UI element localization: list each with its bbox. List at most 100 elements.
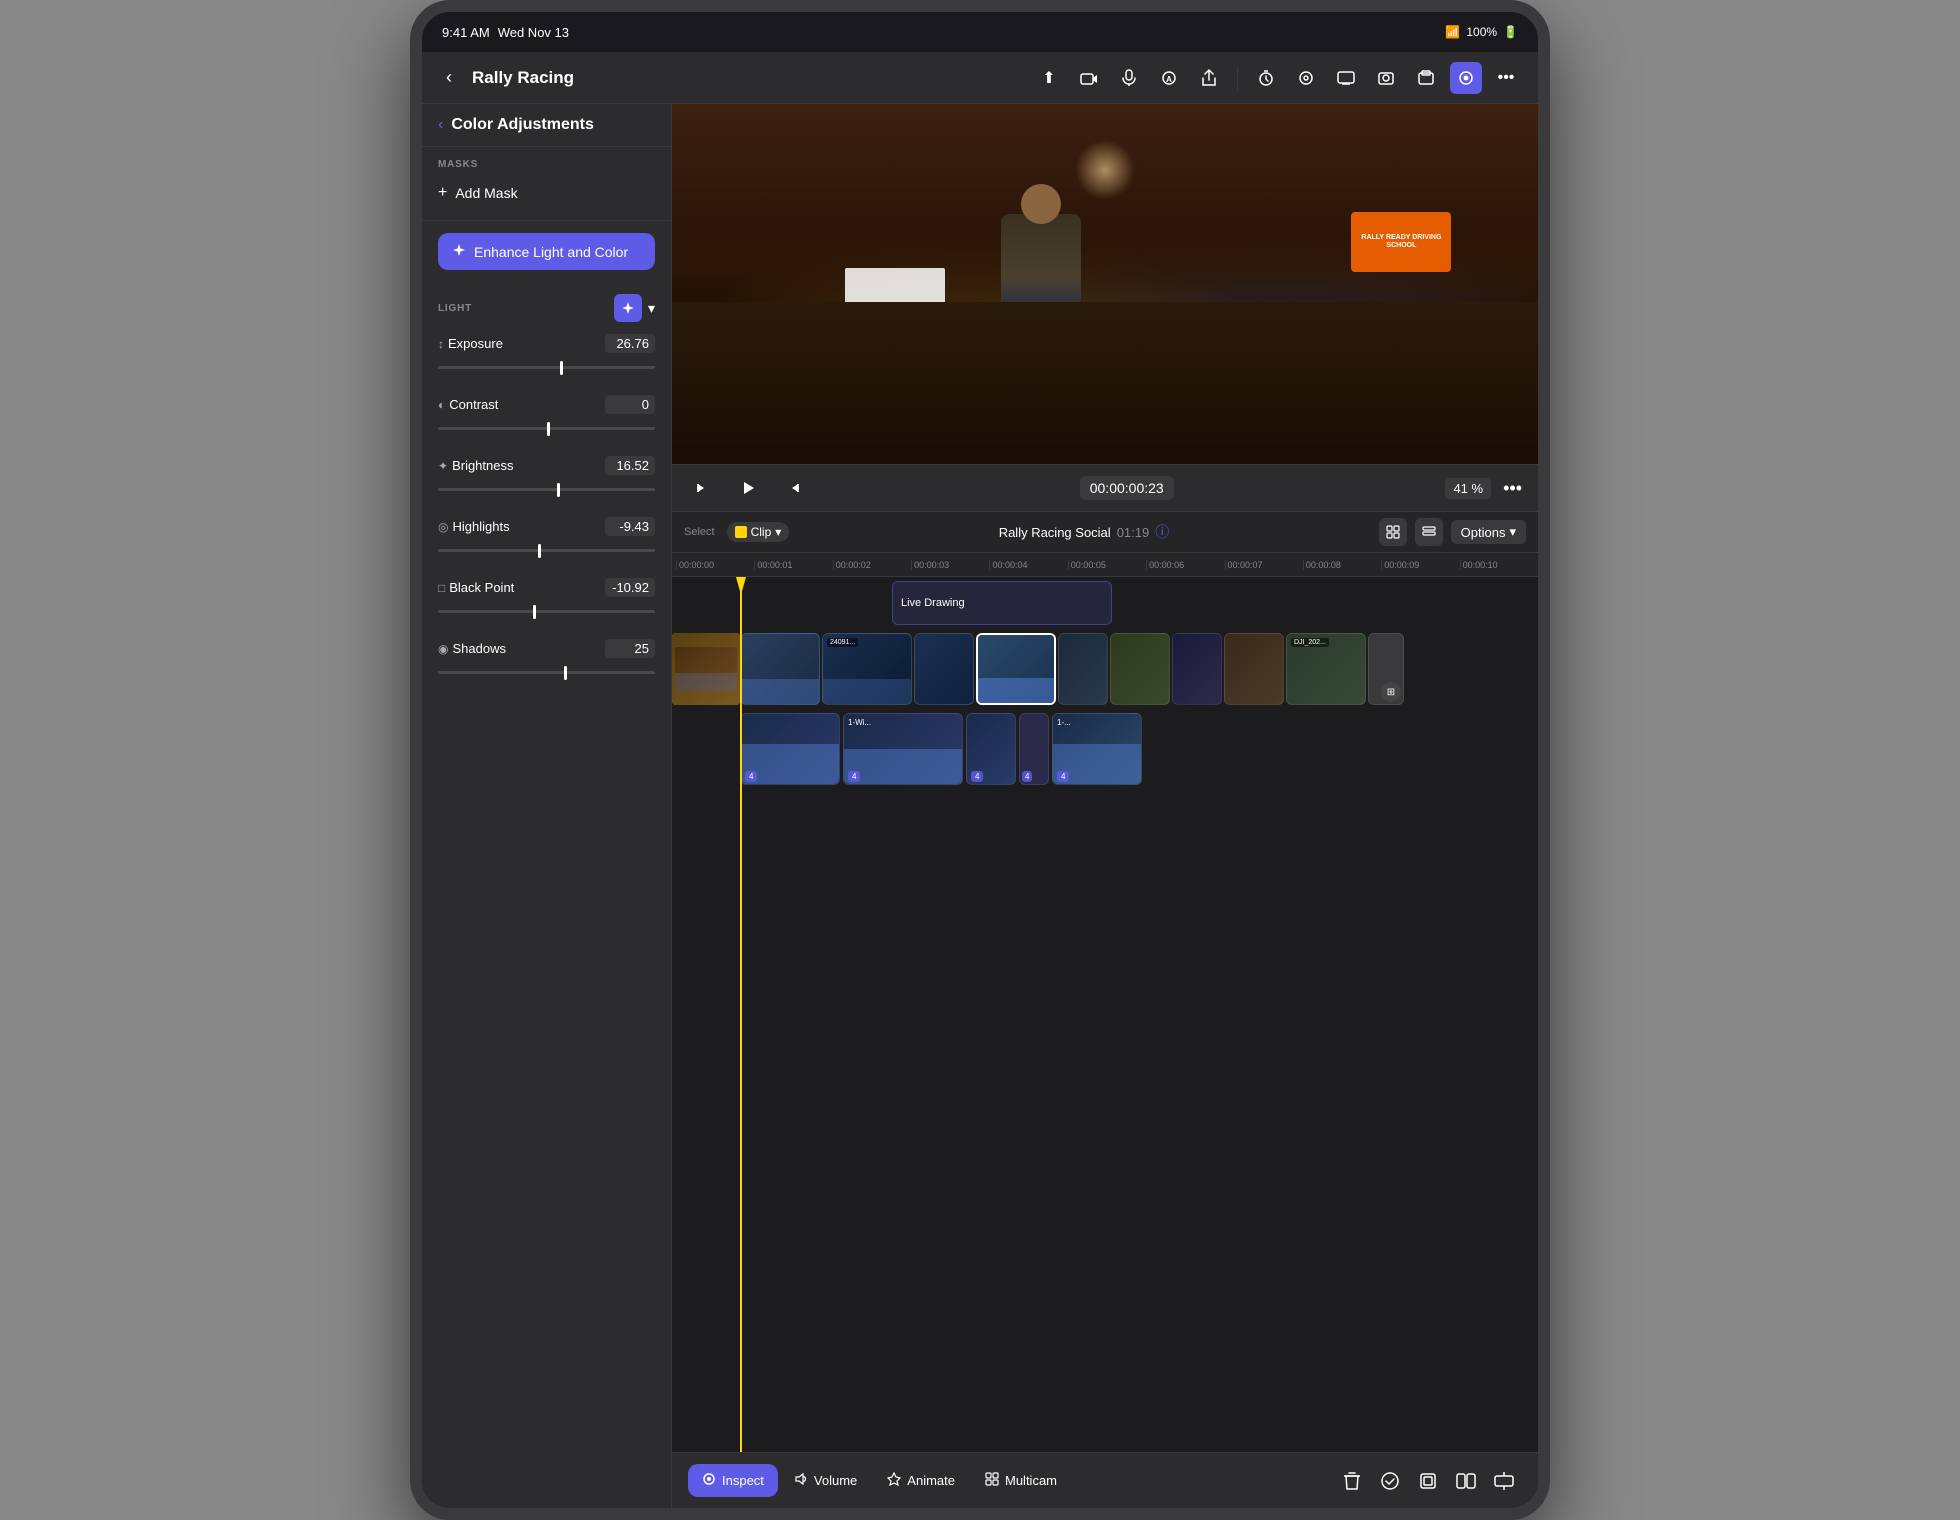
audio-clip-3[interactable]: 4 — [966, 713, 1016, 785]
masks-label: MASKS — [438, 159, 655, 170]
mic-icon[interactable] — [1113, 62, 1145, 94]
start-clip[interactable] — [672, 633, 740, 705]
split-button[interactable] — [1448, 1463, 1484, 1499]
video-preview: RALLY READY DRIVING SCHOOL — [672, 104, 1538, 464]
multicam-button[interactable]: Multicam — [971, 1464, 1071, 1497]
confirm-button[interactable] — [1372, 1463, 1408, 1499]
light-chevron-icon[interactable]: ▾ — [648, 300, 655, 317]
delete-button[interactable] — [1334, 1463, 1370, 1499]
display-icon[interactable] — [1330, 62, 1362, 94]
more-options-button[interactable]: ••• — [1503, 478, 1522, 499]
clip-chip[interactable]: Clip ▾ — [727, 522, 790, 542]
animate-icon — [887, 1472, 901, 1489]
clip-2[interactable]: 24091... — [822, 633, 912, 705]
share-icon[interactable] — [1193, 62, 1225, 94]
contrast-value: 0 — [605, 395, 655, 414]
panel-header: ‹ Color Adjustments — [422, 104, 671, 147]
enhance-button[interactable]: Enhance Light and Color — [438, 233, 655, 270]
ruler-mark-9: 00:00:09 — [1381, 560, 1459, 570]
grid-view-button[interactable] — [1379, 518, 1407, 546]
contrast-slider[interactable] — [438, 418, 655, 438]
volume-icon — [794, 1472, 808, 1489]
playhead-marker — [736, 577, 746, 595]
clip-end[interactable]: ⊞ — [1368, 633, 1404, 705]
nav-back-button[interactable]: ‹ — [438, 63, 460, 92]
main-track: 24091... — [740, 633, 1538, 705]
camera-icon[interactable] — [1073, 62, 1105, 94]
zoom-control: 41 % — [1445, 478, 1491, 499]
plus-icon: + — [438, 184, 447, 202]
clip-4-selected[interactable] — [976, 633, 1056, 705]
scene-sign: RALLY READY DRIVING SCHOOL — [1351, 212, 1451, 272]
volume-button[interactable]: Volume — [780, 1464, 871, 1497]
options-chevron-icon: ▾ — [1509, 524, 1516, 540]
fast-forward-button[interactable] — [776, 472, 808, 504]
info-icon[interactable]: ⓘ — [1155, 522, 1169, 542]
ruler-mark-6: 00:00:06 — [1146, 560, 1224, 570]
clip-3[interactable] — [914, 633, 974, 705]
main-content: ‹ Color Adjustments MASKS + Add Mask — [422, 104, 1538, 1508]
timeline-tracks[interactable]: Live Drawing — [672, 577, 1538, 1452]
voiceover-icon[interactable]: A — [1153, 62, 1185, 94]
timeline-view-button[interactable] — [1415, 518, 1443, 546]
ruler-mark-2: 00:00:02 — [833, 560, 911, 570]
audio-clip-2[interactable]: 1-Wi... 4 — [843, 713, 963, 785]
detach-button[interactable] — [1486, 1463, 1522, 1499]
add-mask-button[interactable]: + Add Mask — [438, 178, 655, 208]
blackpoint-slider[interactable] — [438, 601, 655, 621]
clip-landscape[interactable]: DJI_202... — [1286, 633, 1366, 705]
auto-enhance-button[interactable] — [614, 294, 642, 322]
battery-icon: 🔋 — [1503, 25, 1518, 39]
clip-8[interactable] — [1224, 633, 1284, 705]
highlights-slider[interactable] — [438, 540, 655, 560]
speed-icon[interactable] — [1290, 62, 1322, 94]
ruler-mark-10: 00:00:10 — [1460, 560, 1538, 570]
panel-title: Color Adjustments — [451, 116, 594, 134]
live-drawing-track[interactable]: Live Drawing — [892, 581, 1112, 625]
animate-button[interactable]: Animate — [873, 1464, 969, 1497]
shadows-slider[interactable] — [438, 662, 655, 682]
clip-7[interactable] — [1172, 633, 1222, 705]
ruler-mark-7: 00:00:07 — [1225, 560, 1303, 570]
audio-clip-1[interactable]: 4 — [740, 713, 840, 785]
audio-clip-5[interactable]: 1-... 4 — [1052, 713, 1142, 785]
scene-light — [1075, 140, 1135, 200]
upload-icon[interactable]: ⬆ — [1033, 62, 1065, 94]
rewind-button[interactable] — [688, 472, 720, 504]
scene-sign-text: RALLY READY DRIVING SCHOOL — [1351, 234, 1451, 251]
ruler-mark-5: 00:00:05 — [1068, 560, 1146, 570]
exposure-slider[interactable] — [438, 357, 655, 377]
inspect-button[interactable]: Inspect — [688, 1464, 778, 1497]
shadows-value: 25 — [605, 639, 655, 658]
timeline-tools: Options ▾ — [1379, 518, 1526, 546]
more-options-icon[interactable]: ••• — [1490, 62, 1522, 94]
shadows-label: ◉ Shadows — [438, 641, 506, 656]
enhance-label: Enhance Light and Color — [474, 244, 628, 260]
zoom-value[interactable]: 41 % — [1445, 478, 1491, 499]
brightness-slider[interactable] — [438, 479, 655, 499]
camera2-icon[interactable] — [1410, 62, 1442, 94]
clip-1[interactable] — [740, 633, 820, 705]
status-time: 9:41 AM — [442, 25, 490, 40]
clip-6[interactable] — [1110, 633, 1170, 705]
brightness-slider-row: ✦ Brightness 16.52 — [438, 456, 655, 499]
play-button[interactable] — [732, 472, 764, 504]
brightness-value: 16.52 — [605, 456, 655, 475]
audio-clip-4[interactable]: 4 — [1019, 713, 1049, 785]
panel-back-button[interactable]: ‹ — [438, 116, 443, 134]
clip-5[interactable] — [1058, 633, 1108, 705]
inspect-active-icon[interactable] — [1450, 62, 1482, 94]
timer-icon[interactable] — [1250, 62, 1282, 94]
photo-icon[interactable] — [1370, 62, 1402, 94]
options-button[interactable]: Options ▾ — [1451, 520, 1526, 544]
status-bar: 9:41 AM Wed Nov 13 📶 100% 🔋 — [422, 12, 1538, 52]
status-bar-left: 9:41 AM Wed Nov 13 — [442, 25, 569, 40]
light-section: LIGHT ▾ — [422, 282, 671, 1508]
right-area: RALLY READY DRIVING SCHOOL — [672, 104, 1538, 1508]
crop-button[interactable] — [1410, 1463, 1446, 1499]
scene-floor — [672, 302, 1538, 464]
blackpoint-slider-row: □ Black Point -10.92 — [438, 578, 655, 621]
add-mask-label: Add Mask — [455, 185, 517, 201]
timeline-ruler: 00:00:00 00:00:01 00:00:02 00:00:03 00:0… — [672, 553, 1538, 577]
nav-icon-group: ⬆ A — [1033, 62, 1522, 94]
